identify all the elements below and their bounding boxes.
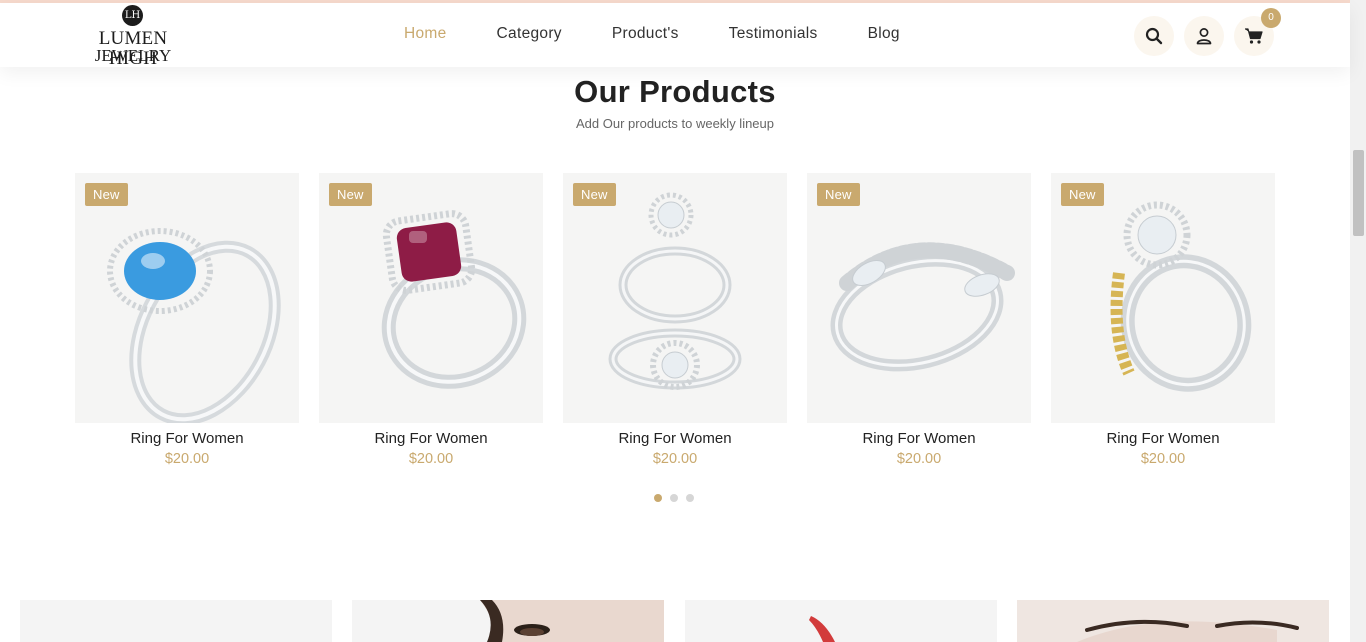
- new-badge: New: [85, 183, 128, 206]
- section-subtitle: Add Our products to weekly lineup: [576, 116, 774, 131]
- page-scrollbar[interactable]: [1350, 0, 1366, 642]
- site-header: LH LUMEN HIGH JEWELRY Home Category Prod…: [0, 3, 1350, 69]
- promo-tile[interactable]: [685, 600, 997, 642]
- product-price: $20.00: [896, 451, 942, 467]
- new-badge: New: [329, 183, 372, 206]
- ring-image-icon: [1110, 201, 1252, 392]
- nav-category[interactable]: Category: [497, 25, 562, 43]
- ring-image-icon: [830, 242, 1015, 372]
- product-card[interactable]: New Ring For Women $20.00: [807, 173, 1031, 467]
- search-button[interactable]: [1134, 16, 1174, 56]
- product-card[interactable]: New Ring For Women $20.00: [1051, 173, 1275, 467]
- carousel-dot[interactable]: [670, 494, 678, 502]
- nav-home[interactable]: Home: [404, 25, 447, 43]
- carousel-dot[interactable]: [686, 494, 694, 502]
- ring-image-icon: [107, 228, 281, 423]
- ring-image-icon: [608, 192, 742, 390]
- model-portrait-image: [480, 600, 664, 642]
- product-name[interactable]: Ring For Women: [563, 430, 787, 447]
- brand-logo[interactable]: LH LUMEN HIGH JEWELRY: [74, 5, 194, 69]
- search-icon: [1145, 27, 1163, 45]
- cart-count-badge: 0: [1261, 8, 1281, 28]
- product-name[interactable]: Ring For Women: [319, 430, 543, 447]
- carousel-dot[interactable]: [654, 494, 662, 502]
- product-name[interactable]: Ring For Women: [75, 430, 299, 447]
- new-badge: New: [817, 183, 860, 206]
- new-badge: New: [573, 183, 616, 206]
- user-icon: [1196, 28, 1212, 45]
- ring-image-icon: [381, 210, 527, 389]
- product-name[interactable]: Ring For Women: [1051, 430, 1275, 447]
- logo-text-line2: JEWELRY: [94, 46, 172, 65]
- carousel-dots: [654, 494, 702, 502]
- product-price: $20.00: [1140, 451, 1186, 467]
- scrollbar-thumb[interactable]: [1353, 150, 1364, 236]
- nav-blog[interactable]: Blog: [868, 25, 900, 43]
- model-portrait-image: [1017, 600, 1329, 642]
- product-name[interactable]: Ring For Women: [807, 430, 1031, 447]
- section-title: Our Products: [574, 74, 776, 109]
- hand-image: [809, 616, 835, 642]
- account-button[interactable]: [1184, 16, 1224, 56]
- product-image[interactable]: New: [807, 173, 1031, 423]
- promo-tile[interactable]: [1017, 600, 1329, 642]
- product-card[interactable]: New Ring For Women $20.00: [563, 173, 787, 467]
- product-image[interactable]: New: [75, 173, 299, 423]
- nav-testimonials[interactable]: Testimonials: [729, 25, 818, 43]
- cart-icon: [1245, 28, 1263, 44]
- promo-tile[interactable]: [20, 600, 332, 642]
- new-badge: New: [1061, 183, 1104, 206]
- product-price: $20.00: [164, 451, 210, 467]
- main-nav: Home Category Product's Testimonials Blo…: [404, 25, 950, 43]
- logo-monogram-icon: LH: [122, 5, 143, 26]
- product-image[interactable]: New: [319, 173, 543, 423]
- product-price: $20.00: [408, 451, 454, 467]
- product-card[interactable]: New Ring For Women $20.00: [75, 173, 299, 467]
- product-card[interactable]: New Ring For Women $20.00: [319, 173, 543, 467]
- product-price: $20.00: [652, 451, 698, 467]
- nav-products[interactable]: Product's: [612, 25, 679, 43]
- product-image[interactable]: New: [563, 173, 787, 423]
- promo-tile[interactable]: [352, 600, 664, 642]
- product-image[interactable]: New: [1051, 173, 1275, 423]
